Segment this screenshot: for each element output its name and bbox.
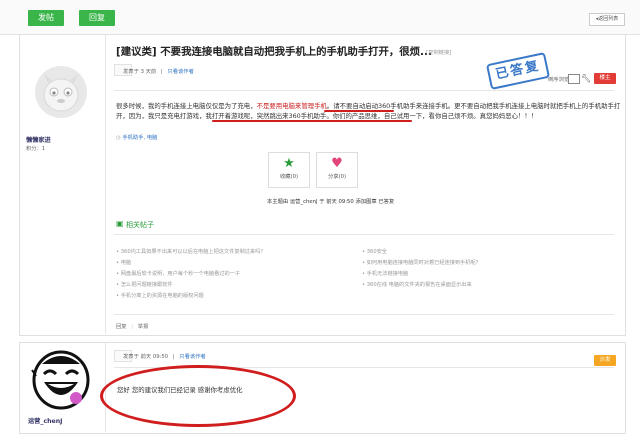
body-segment-3: 。你们的产品思维，自己试用一下，看你自己烦不烦。真您妈妈恶心！！！ [326, 111, 538, 120]
list-item[interactable]: • 手机无法链接电脑 [362, 270, 481, 281]
wrench-icon[interactable]: 🔧︎ [581, 74, 591, 83]
tag-icon: ◷ [116, 135, 121, 141]
related-list-left: • 360内工具如果不出来可以以后在电脑上把这文件复制过来吗？ • 电脑 • 网… [116, 248, 266, 303]
actions-divider [114, 314, 614, 315]
share-button[interactable]: ♥ 分享(0) [316, 152, 358, 188]
avatar [30, 346, 92, 412]
reply-link[interactable]: 回复 [116, 324, 127, 330]
author-only-link[interactable]: 只看该作者 [167, 69, 194, 75]
related-list-right: • 360安全 • 如何用电脑连接电脑同时对着已经连接到手机呢？ • 手机无法链… [362, 248, 481, 292]
body-highlight-2: 我只是充电打游戏 [147, 111, 200, 120]
star-icon: ★ [283, 156, 295, 171]
list-item[interactable]: • 如何用电脑连接电脑同时对着已经连接到手机呢？ [362, 259, 481, 270]
edit-note: 本主题由 运营_chenJ 于 前天 09:50 添加图章 已答复 [267, 199, 395, 205]
favorite-count: 收藏(0) [279, 174, 299, 180]
body-highlight-3: 我打开着游戏呢 [205, 111, 251, 120]
post-tags: ◷ 手机助手, 电脑 [116, 133, 157, 141]
list-item[interactable]: • 电脑 [116, 259, 266, 270]
username-1[interactable]: 懒懒家进 [26, 135, 51, 144]
report-link[interactable]: 举报 [138, 324, 149, 330]
user-score: 积分：1 [26, 146, 46, 152]
list-item[interactable]: • 网盘最后软卡说明，用户每个秒一个电脑看过的一子 [116, 270, 266, 281]
reply-meta: 发表于 前天 09:50 | 只看该作者 [123, 352, 206, 360]
reply-meta-separator: | [172, 354, 175, 360]
reply-author-only-link[interactable]: 只看该作者 [179, 354, 206, 360]
new-post-button[interactable]: 发帖 [28, 10, 64, 26]
reverse-order-label[interactable]: 倒序浏览 [548, 75, 569, 83]
post-time: 发表于 3 天前 [123, 69, 157, 75]
share-count: 分享(0) [327, 174, 347, 180]
list-item[interactable]: • 360在线 电脑的文件夹的报告在桌面显示出来 [362, 281, 481, 292]
list-item[interactable]: • 360安全 [362, 248, 481, 259]
post-title: [建议类] 不要我连接电脑就自动把我手机上的手机助手打开，很烦... [116, 46, 432, 58]
back-to-list-label: 返回列表 [598, 16, 619, 22]
reverse-order-checkbox[interactable] [568, 74, 580, 84]
related-divider [114, 234, 614, 235]
meta-divider [114, 90, 614, 91]
sidebar-divider [105, 34, 106, 334]
body-highlight-1: 不是要用电脑来管理手机 [256, 102, 327, 110]
related-title: 相关帖子 [126, 221, 154, 229]
post-actions: 回复 | 举报 [116, 324, 149, 330]
reply-time: 发表于 前天 09:50 [123, 354, 169, 360]
post-meta: 发表于 3 天前 | 只看该作者 [123, 67, 194, 75]
back-to-list-button[interactable]: ◂返回列表 [589, 13, 625, 26]
list-item[interactable]: • 怎么把问题链接跟软件 [116, 281, 266, 292]
red-circle-annotation [100, 365, 296, 427]
floor-badge-sofa: 沙发 [594, 355, 616, 366]
tag-links[interactable]: 手机助手, 电脑 [122, 135, 157, 141]
related-icon: ▣ [116, 219, 124, 228]
copy-link[interactable]: [复制链接] [426, 48, 451, 56]
body-segment-1: 很多时候，我的手机连接上电脑仅仅是为了充电， [116, 102, 257, 110]
favorite-button[interactable]: ★ 收藏(0) [268, 152, 310, 188]
floor-badge-op: 楼主 [594, 73, 616, 84]
heart-icon: ♥ [331, 156, 343, 171]
meta-separator: | [160, 69, 163, 75]
avatar [34, 65, 88, 119]
reply-button[interactable]: 回复 [79, 10, 115, 26]
username-2[interactable]: 运营_chenJ [28, 416, 62, 425]
body-highlight-4: 突然跳出来360手机助手 [256, 111, 327, 120]
list-item[interactable]: • 手机分离上的资源在电脑的版权问题 [116, 292, 266, 303]
red-underline-2 [212, 120, 412, 122]
red-underline-1 [324, 110, 394, 112]
list-item[interactable]: • 360内工具如果不出来可以以后在电脑上把这文件复制过来吗？ [116, 248, 266, 259]
